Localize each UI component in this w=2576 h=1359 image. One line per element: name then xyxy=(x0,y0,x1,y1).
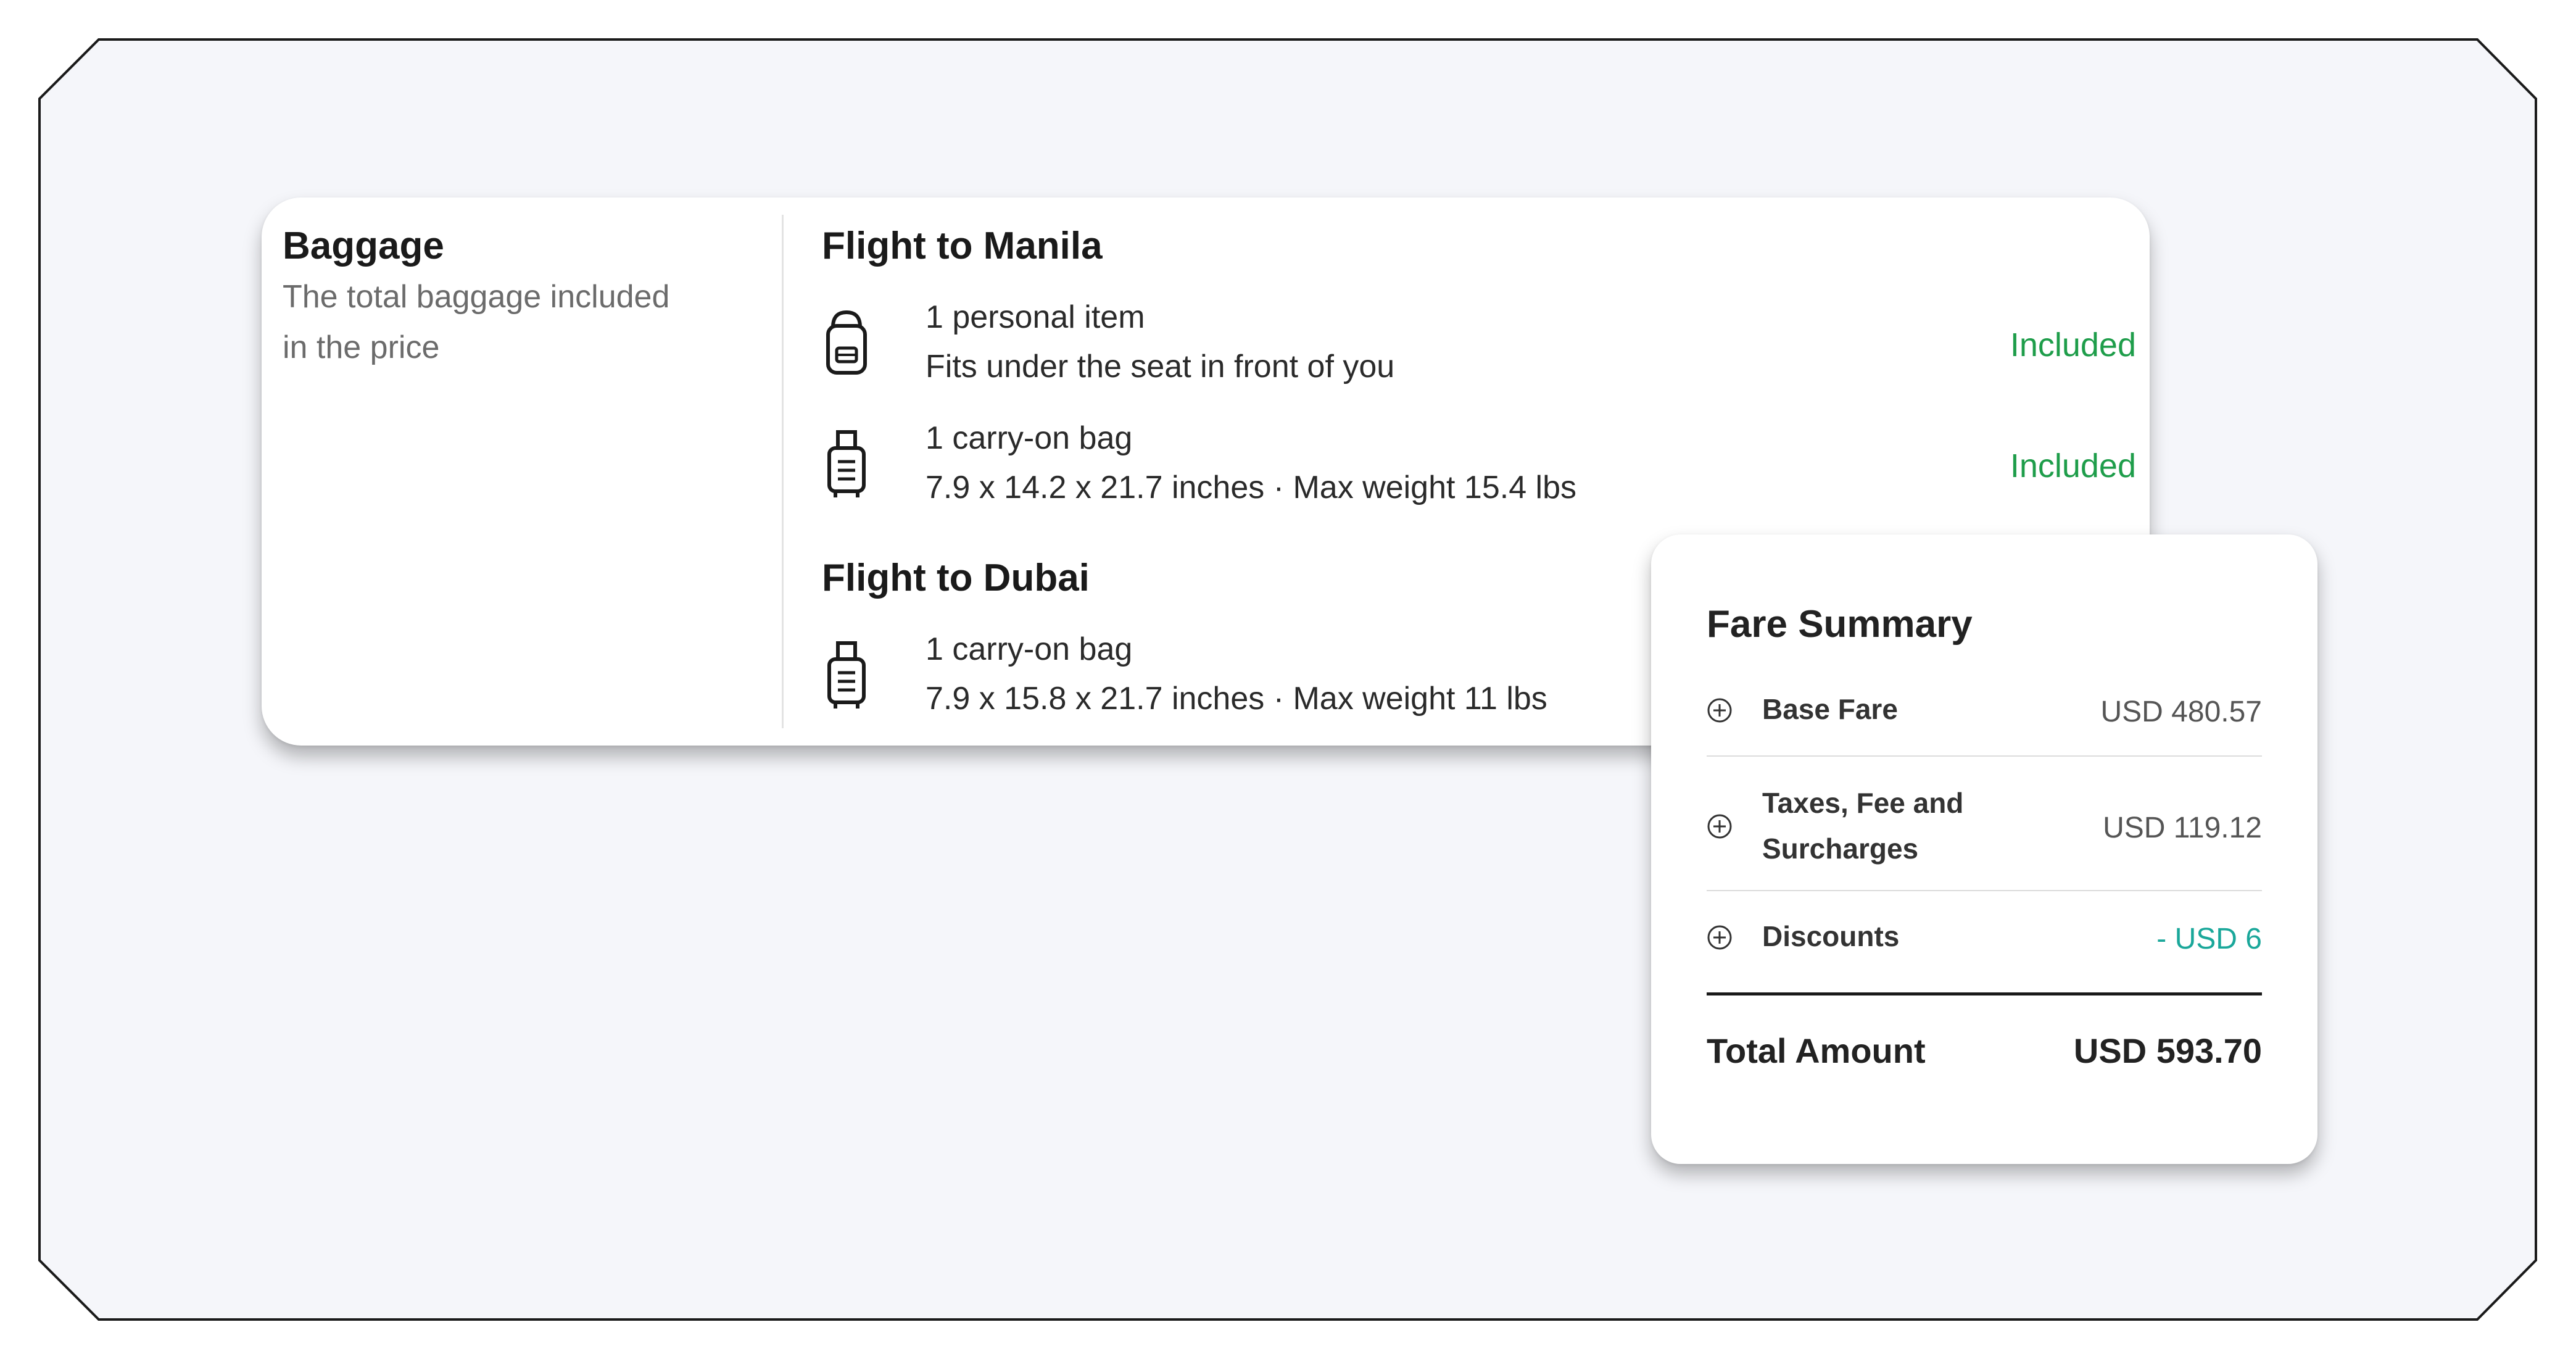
fare-row-value: USD 119.12 xyxy=(2103,812,2262,844)
fare-row-discounts[interactable]: Discounts - USD 6 xyxy=(1707,913,2262,963)
baggage-item-name: 1 carry-on bag xyxy=(926,631,1133,667)
fare-row-base-fare[interactable]: Base Fare USD 480.57 xyxy=(1707,686,2262,736)
baggage-subtitle: The total baggage included in the price xyxy=(283,272,752,373)
fare-row-label: Taxes, Fee and Surcharges xyxy=(1762,780,1963,871)
flight-title-dubai: Flight to Dubai xyxy=(822,557,1090,599)
baggage-subtitle-line2: in the price xyxy=(283,330,440,365)
baggage-summary: Baggage The total baggage included in th… xyxy=(283,222,752,373)
included-status: Included xyxy=(2010,326,2136,364)
total-amount-value: USD 593.70 xyxy=(2073,1031,2262,1070)
backpack-icon xyxy=(822,305,871,379)
plus-circle-icon[interactable] xyxy=(1707,925,1733,950)
flight-title-manila: Flight to Manila xyxy=(822,225,1103,267)
fare-row-label-line1: Taxes, Fee and xyxy=(1762,787,1964,819)
baggage-item-name: 1 carry-on bag xyxy=(926,420,1133,456)
carry-on-bag-icon xyxy=(822,637,871,711)
fare-summary-title: Fare Summary xyxy=(1707,603,1973,646)
baggage-item-name: 1 personal item xyxy=(926,299,1145,335)
baggage-title: Baggage xyxy=(283,225,444,267)
discount-value: - USD 6 xyxy=(2156,923,2262,955)
total-amount-label: Total Amount xyxy=(1707,1031,1926,1070)
carry-on-bag-icon xyxy=(822,426,871,500)
baggage-item: 1 personal item Fits under the seat in f… xyxy=(822,299,2136,404)
fare-divider xyxy=(1707,755,2262,757)
baggage-subtitle-line1: The total baggage included xyxy=(283,279,670,315)
plus-circle-icon[interactable] xyxy=(1707,697,1733,723)
plus-circle-icon[interactable] xyxy=(1707,813,1733,839)
baggage-item-detail: 7.9 x 14.2 x 21.7 inches · Max weight 15… xyxy=(926,470,1577,505)
fare-divider xyxy=(1707,890,2262,891)
fare-row-label: Base Fare xyxy=(1762,693,1898,725)
baggage-item: 1 carry-on bag 7.9 x 14.2 x 21.7 inches … xyxy=(822,420,2136,525)
baggage-item-detail: Fits under the seat in front of you xyxy=(926,349,1395,384)
fare-summary-card: Fare Summary Base Fare USD 480.57 Taxes,… xyxy=(1651,534,2317,1164)
fare-row-label: Discounts xyxy=(1762,920,1900,952)
fare-row-value: USD 480.57 xyxy=(2100,696,2263,728)
fare-row-label-line2: Surcharges xyxy=(1762,833,1919,865)
baggage-item-detail: 7.9 x 15.8 x 21.7 inches · Max weight 11… xyxy=(926,681,1547,717)
fare-row-taxes[interactable]: Taxes, Fee and Surcharges USD 119.12 xyxy=(1707,780,2262,873)
total-divider xyxy=(1707,992,2262,995)
vertical-divider xyxy=(782,215,784,728)
included-status: Included xyxy=(2010,447,2136,484)
